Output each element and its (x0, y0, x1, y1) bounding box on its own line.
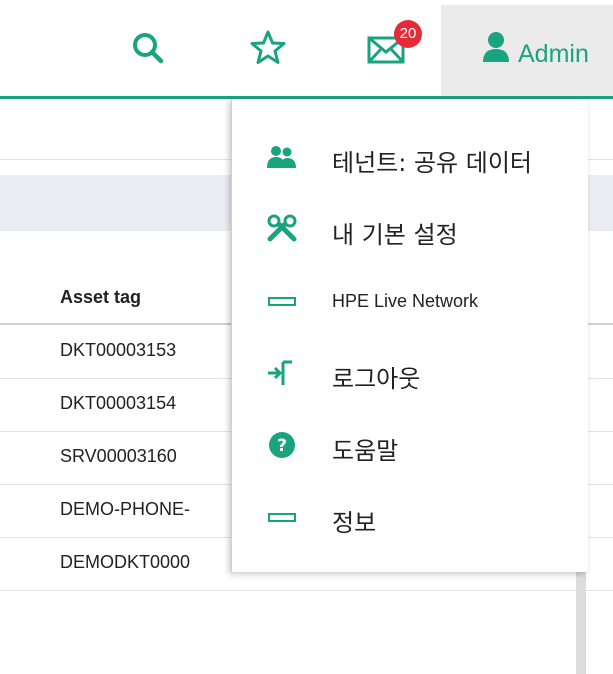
users-icon (266, 141, 298, 173)
search-icon[interactable] (128, 28, 168, 68)
help-icon: ? (266, 429, 298, 461)
menu-item-label: 테넌트: 공유 데이터 (332, 149, 532, 177)
star-icon[interactable] (248, 28, 288, 68)
wrench-icon (266, 213, 298, 245)
menu-item-hpe-live-network[interactable]: HPE Live Network (232, 271, 588, 331)
rectangle-icon (266, 501, 298, 533)
user-menu-toggle[interactable]: Admin (441, 5, 613, 96)
menu-item-label: 도움말 (332, 437, 399, 465)
user-icon (481, 30, 511, 64)
table-cell: DKT00003153 (60, 340, 177, 360)
menu-item-about[interactable]: 정보 (232, 487, 588, 547)
notification-badge: 20 (394, 20, 422, 48)
menu-item-preferences[interactable]: 내 기본 설정 (232, 199, 588, 259)
table-cell: DKT00003154 (60, 393, 177, 413)
rectangle-icon (266, 285, 298, 317)
menu-item-label: 로그아웃 (332, 365, 421, 393)
menu-item-tenant[interactable]: 테넌트: 공유 데이터 (232, 127, 588, 187)
user-dropdown-menu: 테넌트: 공유 데이터 내 기본 설정 HPE Live Network 로그아… (231, 99, 588, 572)
table-cell: SRV00003160 (60, 446, 177, 466)
menu-item-logout[interactable]: 로그아웃 (232, 343, 588, 403)
top-header: 20 Admin (0, 0, 613, 96)
menu-item-label: 정보 (332, 509, 377, 537)
menu-item-label: HPE Live Network (332, 291, 479, 311)
table-cell: DEMODKT0000 (60, 552, 191, 572)
user-label: Admin (518, 40, 589, 68)
column-header-asset-tag[interactable]: Asset tag (60, 287, 141, 308)
table-cell: DEMO-PHONE- (60, 499, 190, 519)
menu-item-label: 내 기본 설정 (332, 221, 458, 249)
menu-item-help[interactable]: ? 도움말 (232, 415, 588, 475)
svg-text:?: ? (277, 436, 287, 456)
logout-icon (266, 357, 298, 389)
